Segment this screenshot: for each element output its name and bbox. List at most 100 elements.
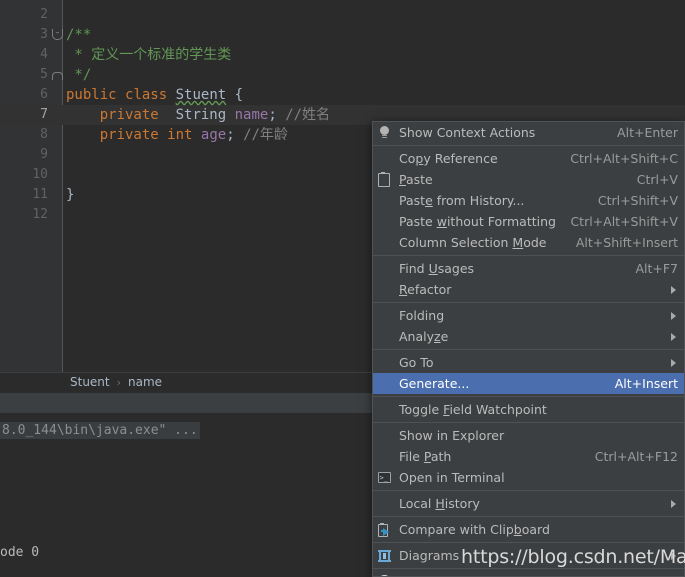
menu-item-icon-placeholder [373, 399, 395, 420]
menu-item-paste[interactable]: Paste Ctrl+V [373, 169, 684, 190]
code-token: } [66, 187, 75, 203]
menu-item-icon-placeholder [373, 232, 395, 253]
menu-item-icon-placeholder [373, 211, 395, 232]
menu-item-icon-placeholder [373, 425, 395, 446]
menu-item-icon-placeholder [373, 258, 395, 279]
menu-item-label: Generate... [399, 376, 470, 391]
menu-item-paste-without-formatting[interactable]: Paste without Formatting Ctrl+Alt+Shift+V [373, 211, 684, 232]
menu-item-shortcut: Alt+Enter [617, 125, 678, 140]
menu-item-label: Show Context Actions [399, 125, 536, 140]
line-number: 2 [40, 7, 48, 22]
breadcrumb-separator-icon: › [116, 376, 122, 389]
breadcrumb-class[interactable]: Stuent [70, 375, 110, 389]
menu-item-label: Analyze [399, 329, 449, 344]
menu-item-label: Column Selection Mode [399, 235, 547, 250]
editor-context-menu[interactable]: Show Context Actions Alt+Enter Copy Refere… [372, 121, 685, 577]
line-number: 9 [40, 147, 48, 162]
submenu-arrow-icon [671, 499, 676, 508]
menu-item-icon-placeholder [373, 190, 395, 211]
code-token: name [234, 107, 269, 123]
menu-item-shortcut: Alt+Shift+Insert [575, 235, 678, 250]
menu-separator [373, 349, 684, 350]
line-number: 5 [40, 67, 48, 82]
menu-item-icon-placeholder [373, 446, 395, 467]
menu-item-file-path[interactable]: File Path Ctrl+Alt+F12 [373, 446, 684, 467]
code-line: public class Stuent { [66, 85, 243, 105]
fold-collapse-icon[interactable]: – [52, 29, 63, 40]
clipboard-icon [378, 171, 390, 187]
menu-item-icon-placeholder [373, 326, 395, 347]
code-token: int [167, 127, 193, 143]
compare-clipboard-icon [377, 523, 391, 537]
menu-separator [373, 255, 684, 256]
menu-item-label: Diagrams [399, 548, 460, 563]
breadcrumb[interactable]: Stuent › name [70, 375, 162, 389]
menu-item-create-gist[interactable]: Create Gist... [373, 571, 684, 576]
diagrams-icon [377, 549, 391, 562]
menu-item-label: Create Gist... [395, 571, 481, 576]
menu-item-show-in-explorer[interactable]: Show in Explorer [373, 425, 684, 446]
menu-item-shortcut: Alt+F7 [635, 261, 678, 276]
menu-item-open-in-terminal[interactable]: >_ Open in Terminal [373, 467, 684, 488]
code-line: * 定义一个标准的学生类 [66, 45, 231, 65]
github-icon [373, 571, 395, 576]
menu-item-label: Open in Terminal [399, 470, 505, 485]
compare-clipboard-icon [373, 519, 395, 540]
menu-item-analyze[interactable]: Analyze [373, 326, 684, 347]
menu-item-go-to[interactable]: Go To [373, 352, 684, 373]
menu-item-icon-placeholder [373, 352, 395, 373]
menu-item-icon-placeholder [373, 279, 395, 300]
menu-item-label: Find Usages [399, 261, 475, 276]
menu-item-compare-with-clipboard[interactable]: Compare with Clipboard [373, 519, 684, 540]
menu-item-refactor[interactable]: Refactor [373, 279, 684, 300]
code-token: ; [226, 127, 235, 143]
menu-item-local-history[interactable]: Local History [373, 493, 684, 514]
lightbulb-icon [373, 122, 395, 143]
code-token: { [226, 87, 244, 103]
menu-item-column-selection-mode[interactable]: Column Selection Mode Alt+Shift+Insert [373, 232, 684, 253]
terminal-icon: >_ [377, 472, 391, 483]
menu-item-paste-from-history[interactable]: Paste from History... Ctrl+Shift+V [373, 190, 684, 211]
line-number: 12 [32, 207, 48, 222]
fold-end-icon[interactable] [52, 72, 63, 80]
code-token: ; [268, 107, 277, 123]
menu-separator [373, 490, 684, 491]
menu-item-shortcut: Ctrl+Shift+V [597, 193, 678, 208]
breadcrumb-member[interactable]: name [128, 375, 162, 389]
menu-item-copy-reference[interactable]: Copy Reference Ctrl+Alt+Shift+C [373, 148, 684, 169]
lightbulb-icon [379, 126, 390, 139]
menu-item-find-usages[interactable]: Find Usages Alt+F7 [373, 258, 684, 279]
line-number: 4 [40, 47, 48, 62]
menu-item-label: Refactor [399, 282, 452, 297]
menu-item-label: Copy Reference [399, 151, 498, 166]
menu-item-label: Go To [399, 355, 434, 370]
menu-item-shortcut: Ctrl+Alt+Shift+V [570, 214, 678, 229]
menu-item-show-context-actions[interactable]: Show Context Actions Alt+Enter [373, 122, 684, 143]
menu-item-label: Paste from History... [399, 193, 525, 208]
menu-item-label: Folding [399, 308, 445, 323]
menu-item-shortcut: Ctrl+V [636, 172, 678, 187]
line-number: 7 [40, 107, 48, 122]
console-exit-line: ode 0 [0, 545, 40, 560]
diagrams-icon [373, 545, 395, 566]
menu-item-generate[interactable]: Generate... Alt+Insert [373, 373, 684, 394]
menu-item-label: Local History [399, 496, 480, 511]
code-token: String [175, 107, 227, 123]
code-line: private String name; //姓名 [66, 105, 330, 125]
submenu-arrow-icon [671, 332, 676, 341]
ide-window: 2 3 4 5 6 7 8 9 10 11 12 – /** * 定义一个标准的学生类 */ publ… [0, 0, 685, 577]
code-line: */ [66, 65, 91, 85]
watermark-url: https://blog.csdn.net/Madelana [461, 546, 685, 568]
code-token: private [99, 127, 159, 143]
menu-separator [373, 568, 684, 569]
code-token: private [99, 107, 159, 123]
menu-item-folding[interactable]: Folding [373, 305, 684, 326]
menu-item-toggle-field-watchpoint[interactable]: Toggle Field Watchpoint [373, 399, 684, 420]
